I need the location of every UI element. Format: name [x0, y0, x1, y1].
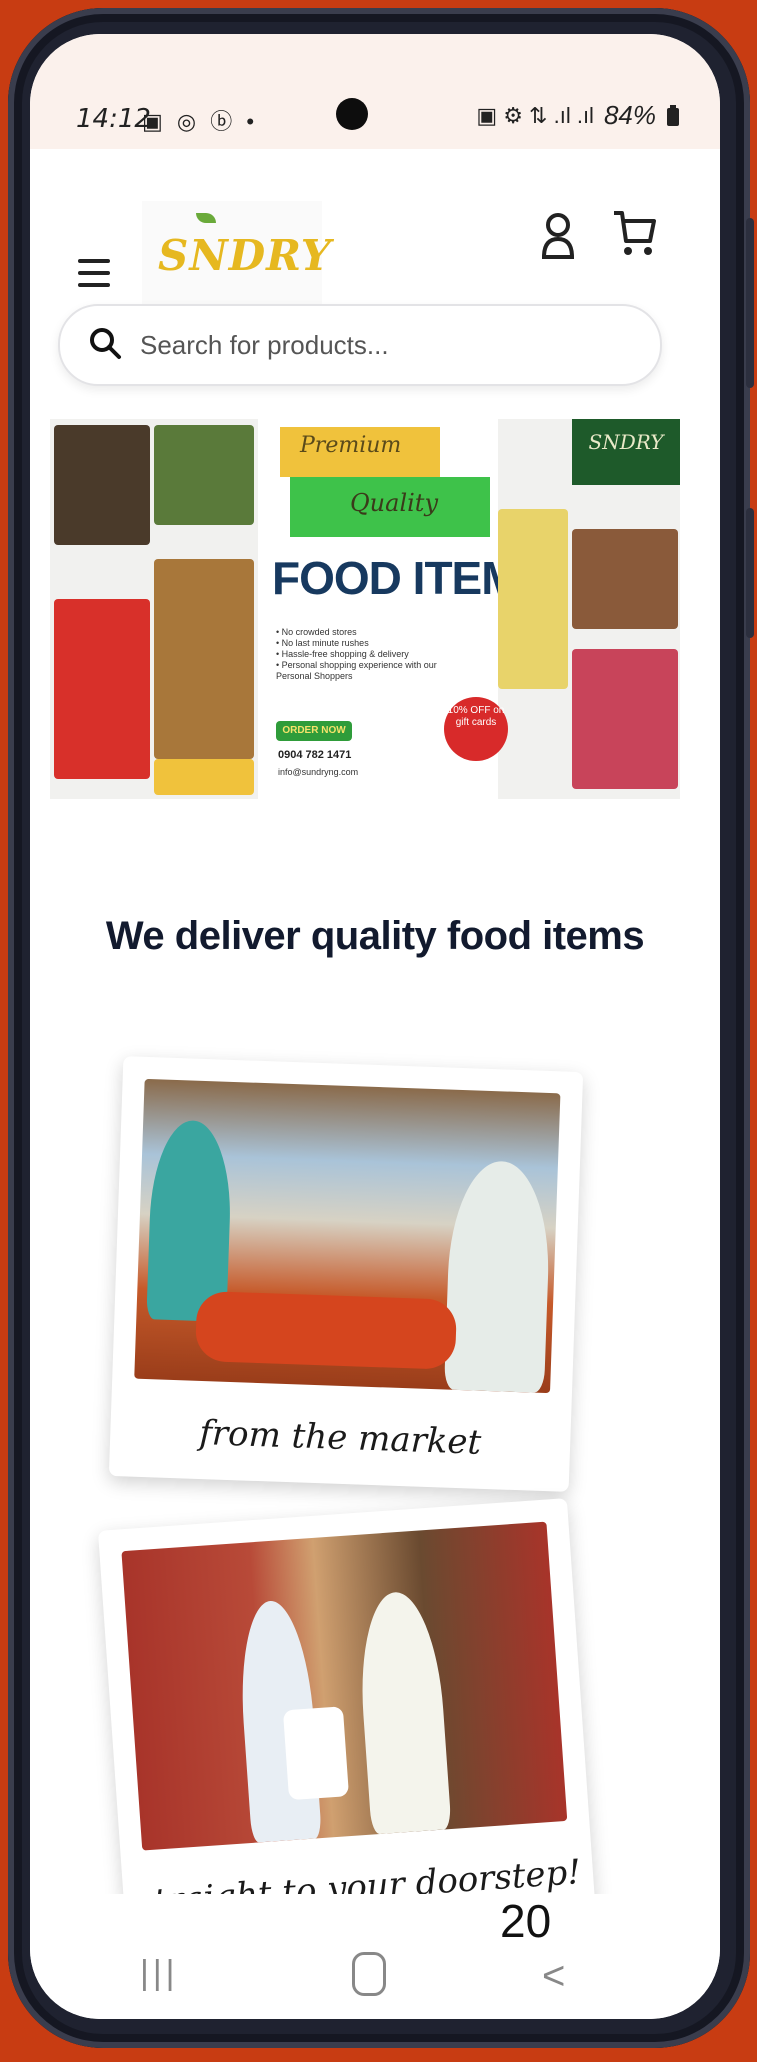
- banner-photo-packs: [498, 509, 568, 689]
- delivery-photo: [121, 1521, 568, 1851]
- banner-bullet: • No crowded stores: [276, 627, 357, 637]
- notification-icons: ▣ ◎ ⓑ •: [142, 109, 259, 134]
- banner-mini-logo: SNDRY: [572, 419, 680, 485]
- system-icons: ▣ ⚙ ⇅ .ıl .ıl: [476, 102, 594, 128]
- banner-phone: 0904 782 1471: [278, 749, 352, 761]
- cart-icon[interactable]: [612, 209, 656, 257]
- status-right: ▣ ⚙ ⇅ .ıl .ıl 84%: [476, 100, 680, 131]
- battery-icon: [667, 104, 679, 126]
- banner-photo-snails: [54, 425, 150, 545]
- status-time: 14:12: [76, 104, 151, 134]
- site-header: SNDRY: [30, 149, 720, 386]
- quality-label: Quality: [350, 489, 438, 517]
- phone-frame: 14:12 ▣ ◎ ⓑ • ▣ ⚙ ⇅ .ıl .ıl 84% SNDRY Se…: [8, 8, 754, 2048]
- banner-photo-meat: [572, 649, 678, 789]
- banner-email: info@sundryng.com: [278, 767, 359, 777]
- recents-button[interactable]: |||: [140, 1954, 179, 1993]
- banner-photo-yams: [154, 559, 254, 759]
- android-navbar: ||| <: [30, 1894, 720, 2019]
- discount-badge: 10% OFF on gift cards: [444, 697, 508, 761]
- search-icon: [90, 328, 121, 359]
- logo-text: SNDRY: [158, 231, 332, 280]
- banner-yellow-strip: [154, 759, 254, 795]
- banner-bullet: • Personal shopping experience with our …: [276, 660, 437, 681]
- user-icon[interactable]: [540, 211, 576, 261]
- search-bar[interactable]: [58, 304, 662, 386]
- banner-bullet: • No last minute rushes: [276, 638, 369, 648]
- volume-button: [746, 218, 754, 388]
- banner-photo-vegetables: [154, 425, 254, 525]
- status-bar: 14:12 ▣ ◎ ⓑ • ▣ ⚙ ⇅ .ıl .ıl 84%: [30, 34, 720, 149]
- battery-percentage: 84%: [603, 100, 656, 130]
- front-camera: [336, 98, 368, 130]
- brand-logo[interactable]: SNDRY: [142, 201, 331, 321]
- page-number: 20: [500, 1895, 552, 1947]
- promo-banner[interactable]: Premium Quality FOOD ITEMS • No crowded …: [50, 419, 680, 799]
- phone-screen: 14:12 ▣ ◎ ⓑ • ▣ ⚙ ⇅ .ıl .ıl 84% SNDRY Se…: [30, 34, 720, 2019]
- search-input[interactable]: [138, 324, 622, 366]
- polaroid-card: straight to your doorstep!: [97, 1498, 597, 1950]
- market-photo: [134, 1078, 561, 1394]
- polaroid-card: from the market: [108, 1056, 584, 1492]
- section-heading: We deliver quality food items: [105, 914, 645, 958]
- order-now-button[interactable]: ORDER NOW: [276, 721, 352, 741]
- back-button[interactable]: <: [542, 1954, 565, 1999]
- banner-bullet: • Hassle-free shopping & delivery: [276, 649, 409, 659]
- banner-photo-semovita: [572, 529, 678, 629]
- card-caption: from the market: [198, 1412, 482, 1463]
- home-button[interactable]: [352, 1952, 386, 1996]
- premium-label: Premium: [300, 433, 402, 458]
- power-button: [746, 508, 754, 638]
- banner-bullets: • No crowded stores • No last minute rus…: [276, 627, 446, 682]
- menu-icon[interactable]: [78, 259, 110, 287]
- logo-leaf-icon: [196, 213, 216, 223]
- banner-photo-tomatoes: [54, 599, 150, 779]
